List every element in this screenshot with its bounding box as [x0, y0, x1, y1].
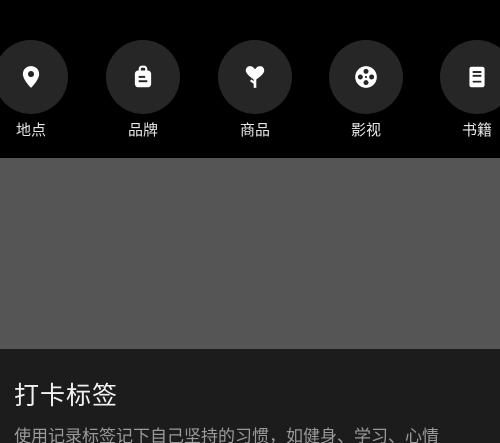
category-location-circle	[0, 40, 68, 114]
card-title: 打卡标签	[14, 381, 119, 410]
category-brand-label: 品牌	[127, 121, 158, 139]
image-placeholder	[0, 158, 500, 349]
category-location-label: 地点	[15, 121, 46, 139]
card-description: 使用记录标签记下自己坚持的习惯，如健身、学习、心情	[14, 427, 439, 443]
category-location[interactable]: 地点	[0, 40, 68, 150]
book-icon	[469, 66, 485, 88]
screen: 地点 品牌 商品 影视 书籍 打卡标签 使用记录标签记下自己坚持的习惯，如健身、…	[0, 0, 500, 443]
category-brand-circle	[106, 40, 180, 114]
info-card[interactable]: 打卡标签 使用记录标签记下自己坚持的习惯，如健身、学习、心情	[0, 349, 500, 443]
category-books-circle	[440, 40, 500, 114]
category-film-circle	[329, 40, 403, 114]
category-row: 地点 品牌 商品 影视 书籍	[0, 0, 500, 158]
category-film[interactable]: 影视	[329, 40, 403, 150]
film-reel-icon	[355, 66, 377, 88]
shopping-bag-icon	[134, 65, 152, 88]
category-books-label: 书籍	[461, 121, 492, 139]
category-books[interactable]: 书籍	[440, 40, 500, 150]
location-pin-icon	[22, 66, 40, 88]
category-goods-label: 商品	[239, 121, 270, 139]
category-brand[interactable]: 品牌	[106, 40, 180, 150]
category-goods[interactable]: 商品	[218, 40, 292, 150]
category-film-label: 影视	[350, 121, 381, 139]
category-goods-circle	[218, 40, 292, 114]
heart-tree-icon	[245, 66, 265, 88]
